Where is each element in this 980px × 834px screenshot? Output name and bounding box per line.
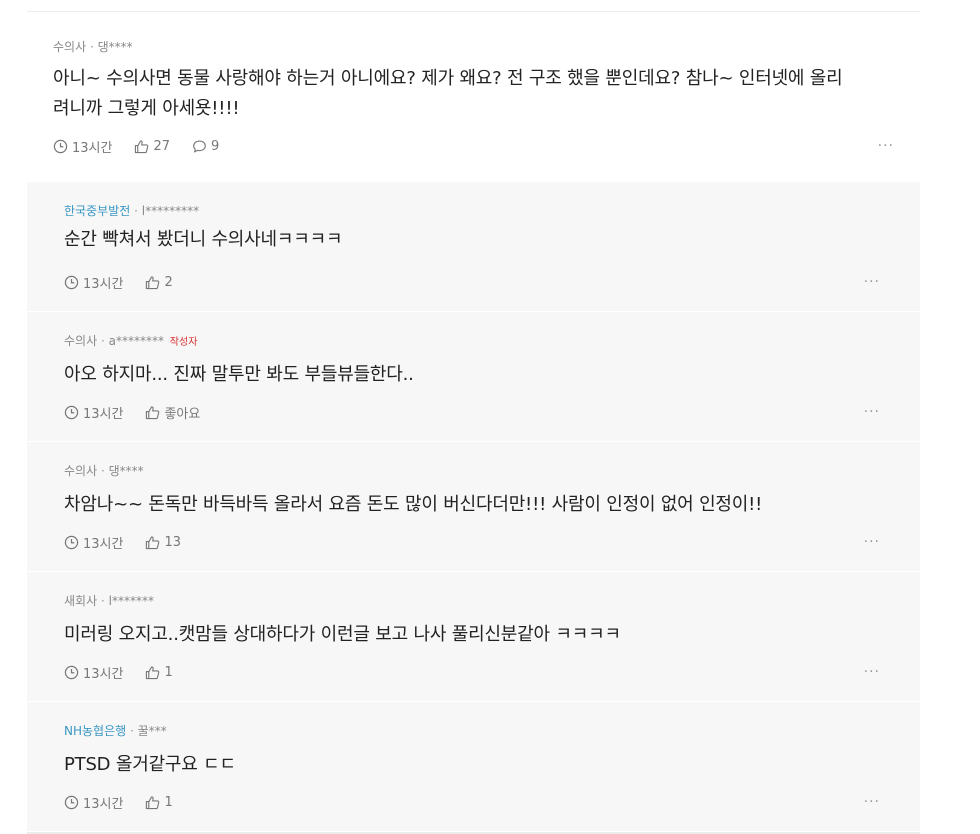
more-icon[interactable]: ··· bbox=[864, 274, 880, 290]
thumbs-up-icon bbox=[146, 535, 160, 549]
more-icon[interactable]: ··· bbox=[864, 404, 880, 420]
clock-icon bbox=[64, 535, 79, 549]
time-stat: 13시간 bbox=[64, 663, 123, 682]
reply-item: 수의사 · a******** 작성자 아오 하지마... 진짜 말투만 봐도 … bbox=[27, 311, 920, 441]
reply-meta: NH농협은행 · 꿀*** bbox=[64, 722, 167, 739]
thumbs-up-icon bbox=[146, 795, 160, 809]
reply-stats: 13시간 2 bbox=[64, 272, 195, 292]
reply-item: 새회사 · l******* 미러링 오지고..캣맘들 상대하다가 이런글 보고… bbox=[27, 571, 920, 701]
like-button[interactable]: 좋아요 bbox=[145, 403, 200, 422]
like-count: 27 bbox=[153, 138, 171, 154]
reply-body: 미러링 오지고..캣맘들 상대하다가 이런글 보고 나사 풀리신분같아 ㅋㅋㅋㅋ bbox=[64, 624, 621, 645]
comment-thread: 수의사 · 댕**** 아니~ 수의사면 동물 사랑해야 하는거 아니에요? 제… bbox=[27, 0, 920, 834]
speech-bubble-icon bbox=[193, 140, 206, 152]
time-text: 13시간 bbox=[83, 406, 124, 422]
time-stat: 13시간 bbox=[64, 533, 123, 552]
meta-separator: · bbox=[89, 40, 94, 54]
clock-icon bbox=[53, 139, 68, 153]
user-name: a******** bbox=[108, 334, 164, 348]
more-icon[interactable]: ··· bbox=[864, 534, 880, 550]
time-text: 13시간 bbox=[83, 536, 124, 552]
reply-item: NH농협은행 · 꿀*** PTSD 올거같구요 ㄷㄷ 13시간 1 ··· bbox=[27, 701, 920, 831]
clock-icon bbox=[64, 275, 79, 289]
thumbs-up-icon bbox=[135, 139, 149, 153]
time-stat: 13시간 bbox=[64, 403, 123, 422]
reply-item: 한국중부발전 · l********* 순간 빡쳐서 봤더니 수의사네ㅋㅋㅋㅋ … bbox=[27, 181, 920, 311]
meta-separator: · bbox=[130, 724, 134, 738]
reply-meta: 수의사 · 댕**** bbox=[64, 462, 144, 479]
meta-separator: · bbox=[100, 464, 105, 478]
reply-button[interactable]: 9 bbox=[192, 139, 219, 154]
user-name: l********* bbox=[141, 204, 200, 218]
time-text: 13시간 bbox=[83, 276, 124, 292]
meta-separator: · bbox=[100, 334, 105, 348]
company-name[interactable]: NH농협은행 bbox=[64, 724, 126, 738]
like-button[interactable]: 1 bbox=[145, 794, 173, 810]
reply-item: 수의사 · 댕**** 차암나~~ 돈독만 바득바득 올라서 요즘 돈도 많이 … bbox=[27, 441, 920, 571]
reply-stats: 13시간 좋아요 bbox=[64, 402, 222, 422]
like-button[interactable]: 13 bbox=[145, 535, 181, 550]
like-button[interactable]: 27 bbox=[134, 139, 170, 154]
company-name[interactable]: 수의사 bbox=[64, 464, 97, 478]
author-badge: 작성자 bbox=[169, 337, 198, 348]
more-icon[interactable]: ··· bbox=[864, 664, 880, 680]
more-icon[interactable]: ··· bbox=[878, 138, 894, 154]
reply-body: PTSD 올거같구요 ㄷㄷ bbox=[64, 754, 236, 775]
time-stat: 13시간 bbox=[64, 793, 123, 812]
comment: 수의사 · 댕**** 아니~ 수의사면 동물 사랑해야 하는거 아니에요? 제… bbox=[27, 12, 920, 181]
comment-text-line: 아니~ 수의사면 동물 사랑해야 하는거 아니에요? 제가 왜요? 전 구조 했… bbox=[53, 68, 843, 89]
reply-body: 차암나~~ 돈독만 바득바득 올라서 요즘 돈도 많이 버신다더만!!! 사람이… bbox=[64, 494, 763, 515]
thumbs-up-icon bbox=[146, 405, 160, 419]
time-text: 13시간 bbox=[83, 666, 124, 682]
time-text: 13시간 bbox=[83, 796, 124, 812]
reply-meta: 수의사 · a******** 작성자 bbox=[64, 332, 197, 349]
clock-icon bbox=[64, 795, 79, 809]
user-name: 댕**** bbox=[108, 464, 144, 478]
like-button[interactable]: 1 bbox=[145, 664, 173, 680]
clock-icon bbox=[64, 405, 79, 419]
comment-text-line: 려니까 그렇게 아세욧!!!! bbox=[53, 98, 240, 119]
time-stat: 13시간 bbox=[64, 273, 123, 292]
more-icon[interactable]: ··· bbox=[864, 794, 880, 810]
like-count: 2 bbox=[164, 274, 173, 290]
meta-separator: · bbox=[100, 594, 105, 608]
clock-icon bbox=[64, 665, 79, 679]
user-name: 댕**** bbox=[97, 40, 133, 54]
user-name: 꿀*** bbox=[137, 724, 167, 738]
reply-meta: 한국중부발전 · l********* bbox=[64, 202, 199, 219]
comment-body: 아니~ 수의사면 동물 사랑해야 하는거 아니에요? 제가 왜요? 전 구조 했… bbox=[53, 64, 898, 124]
reply-body: 순간 빡쳐서 봤더니 수의사네ㅋㅋㅋㅋ bbox=[64, 229, 343, 250]
user-name: l******* bbox=[108, 594, 154, 608]
reply-count: 9 bbox=[211, 138, 220, 154]
comment-stats: 13시간 27 9 bbox=[53, 136, 241, 156]
like-count: 13 bbox=[164, 534, 182, 550]
thumbs-up-icon bbox=[146, 275, 160, 289]
time-stat: 13시간 bbox=[53, 137, 112, 156]
meta-separator: · bbox=[134, 204, 138, 218]
reply-stats: 13시간 1 bbox=[64, 662, 195, 682]
reply-stats: 13시간 1 bbox=[64, 792, 195, 812]
reply-body: 아오 하지마... 진짜 말투만 봐도 부들뷰들한다.. bbox=[64, 364, 414, 385]
like-count: 1 bbox=[164, 794, 173, 810]
comment-meta: 수의사 · 댕**** bbox=[53, 38, 133, 55]
like-count: 좋아요 bbox=[164, 406, 201, 422]
company-name[interactable]: 새회사 bbox=[64, 594, 97, 608]
time-text: 13시간 bbox=[72, 140, 113, 156]
like-button[interactable]: 2 bbox=[145, 274, 173, 290]
reply-stats: 13시간 13 bbox=[64, 532, 203, 552]
company-name[interactable]: 수의사 bbox=[64, 334, 97, 348]
reply-meta: 새회사 · l******* bbox=[64, 592, 154, 609]
company-name[interactable]: 한국중부발전 bbox=[64, 204, 130, 218]
thumbs-up-icon bbox=[146, 665, 160, 679]
company-name[interactable]: 수의사 bbox=[53, 40, 86, 54]
like-count: 1 bbox=[164, 664, 173, 680]
